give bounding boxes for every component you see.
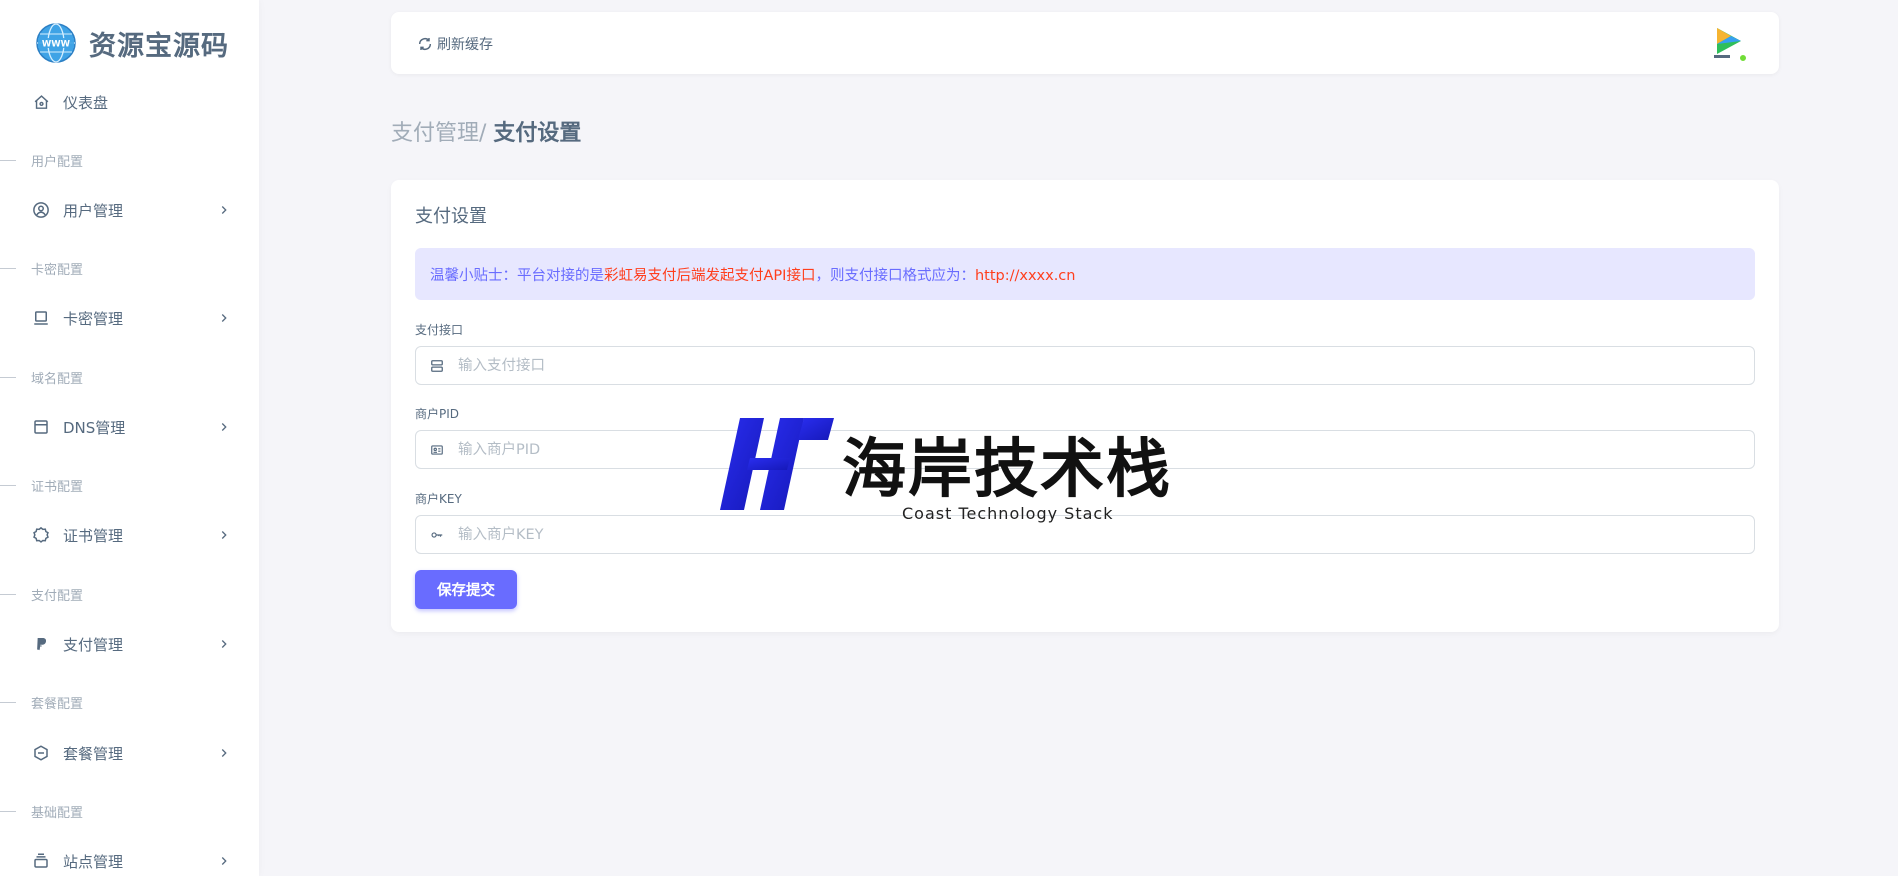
sidebar-item-site-management[interactable]: 站点管理	[0, 841, 259, 876]
package-icon	[32, 744, 50, 762]
sidebar-item-package-management[interactable]: 套餐管理	[0, 733, 259, 773]
online-status-dot	[1739, 54, 1747, 62]
chevron-right-icon	[221, 857, 227, 865]
menu-header-payment: 支付配置	[0, 584, 259, 604]
brand[interactable]: WWW 资源宝源码	[35, 22, 229, 64]
chevron-right-icon	[221, 423, 227, 431]
menu-header-user: 用户配置	[0, 150, 259, 170]
sidebar-item-dashboard[interactable]: 仪表盘	[0, 82, 259, 122]
stack-icon	[32, 852, 50, 870]
sidebar-item-label: 仪表盘	[63, 93, 109, 112]
sidebar-item-label: DNS管理	[63, 418, 126, 437]
sidebar-item-label: 证书管理	[63, 526, 124, 545]
svg-text:WWW: WWW	[42, 40, 71, 50]
server-icon	[416, 347, 458, 384]
sidebar-item-label: 套餐管理	[63, 744, 124, 763]
merchant-key-label: 商户KEY	[415, 492, 462, 506]
payment-api-input[interactable]	[458, 347, 1754, 384]
card-title: 支付设置	[415, 206, 487, 227]
laptop-icon	[32, 309, 50, 327]
chevron-right-icon	[221, 640, 227, 648]
chevron-right-icon	[221, 314, 227, 322]
sidebar-item-dns-management[interactable]: DNS管理	[0, 407, 259, 447]
top-navbar: 刷新缓存	[391, 12, 1779, 74]
breadcrumb-parent[interactable]: 支付管理/	[391, 121, 486, 146]
home-icon	[32, 93, 50, 111]
refresh-icon	[418, 37, 432, 51]
sidebar-item-user-management[interactable]: 用户管理	[0, 190, 259, 230]
payment-api-field	[415, 346, 1755, 385]
refresh-cache-button[interactable]: 刷新缓存	[417, 34, 493, 54]
chevron-right-icon	[221, 749, 227, 757]
id-card-icon	[416, 431, 458, 468]
menu-header-package: 套餐配置	[0, 692, 259, 712]
brand-name: 资源宝源码	[89, 30, 229, 62]
chevron-right-icon	[221, 206, 227, 214]
globe-www-icon: WWW	[36, 23, 76, 63]
avatar[interactable]	[1709, 24, 1747, 62]
sidebar-item-label: 用户管理	[63, 201, 124, 220]
menu-header-card: 卡密配置	[0, 258, 259, 278]
tip-alert: 温馨小贴士：平台对接的是彩虹易支付后端发起支付API接口，则支付接口格式应为：h…	[415, 248, 1755, 300]
sidebar-item-label: 站点管理	[63, 852, 124, 871]
sidebar-item-label: 支付管理	[63, 635, 124, 654]
refresh-cache-label: 刷新缓存	[437, 37, 493, 53]
sidebar: WWW 资源宝源码 仪表盘 用户配置 用户管理 卡密配置 卡密管理 域名配置 D…	[0, 0, 259, 876]
save-submit-button[interactable]: 保存提交	[415, 570, 517, 609]
sidebar-item-card-management[interactable]: 卡密管理	[0, 298, 259, 338]
badge-icon	[32, 526, 50, 544]
user-circle-icon	[32, 201, 50, 219]
watermark-logo-icon	[720, 418, 834, 510]
sidebar-item-payment-management[interactable]: 支付管理	[0, 624, 259, 664]
payment-settings-card: 支付设置 温馨小贴士：平台对接的是彩虹易支付后端发起支付API接口，则支付接口格…	[391, 180, 1779, 632]
merchant-pid-label: 商户PID	[415, 407, 460, 421]
menu-header-domain: 域名配置	[0, 367, 259, 387]
payment-api-label: 支付接口	[415, 323, 464, 337]
breadcrumb-current: 支付设置	[493, 121, 582, 146]
sidebar-item-cert-management[interactable]: 证书管理	[0, 515, 259, 555]
breadcrumb: 支付管理/ 支付设置	[391, 115, 581, 147]
menu-header-basic: 基础配置	[0, 801, 259, 821]
paypal-icon	[32, 635, 50, 653]
watermark-title: 海岸技术栈	[842, 433, 1172, 507]
menu-header-cert: 证书配置	[0, 475, 259, 495]
chevron-right-icon	[221, 531, 227, 539]
watermark-subtitle: Coast Technology Stack	[902, 504, 1114, 523]
watermark: 海岸技术栈 Coast Technology Stack	[718, 418, 1218, 528]
sidebar-item-label: 卡密管理	[63, 309, 124, 328]
key-icon	[416, 516, 458, 553]
window-icon	[32, 418, 50, 436]
